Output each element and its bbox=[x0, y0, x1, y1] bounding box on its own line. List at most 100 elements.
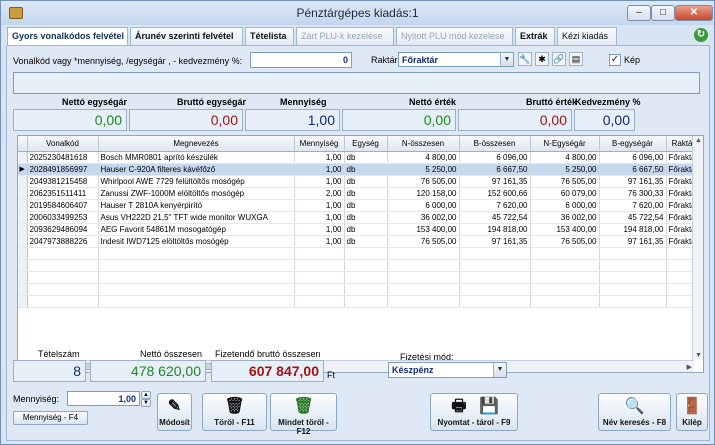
table-cell[interactable]: 5 250,00 bbox=[387, 163, 460, 176]
warehouse-select[interactable]: Főraktár ▼ bbox=[398, 52, 514, 67]
table-cell[interactable]: 2093629486094 bbox=[27, 223, 99, 236]
table-cell[interactable] bbox=[599, 247, 667, 260]
table-cell[interactable]: 1,00 bbox=[294, 235, 345, 248]
table-cell[interactable]: 97 161,35 bbox=[459, 175, 531, 188]
table-cell[interactable]: 7 620,00 bbox=[459, 199, 531, 212]
tab-open-plu[interactable]: Nyitott PLU mód kezelése bbox=[396, 27, 513, 45]
table-cell[interactable]: 1,00 bbox=[294, 151, 345, 164]
table-cell[interactable] bbox=[387, 271, 460, 284]
header-net-total[interactable]: N-összesen bbox=[387, 136, 460, 152]
table-cell[interactable]: Asus VH222D 21,5" TFT wide monitor WUXGA bbox=[98, 211, 295, 224]
table-cell[interactable]: 45 722,54 bbox=[599, 211, 667, 224]
table-cell[interactable] bbox=[599, 295, 667, 308]
table-cell[interactable] bbox=[530, 271, 600, 284]
table-cell[interactable] bbox=[294, 271, 345, 284]
tab-quick-barcode[interactable]: Gyors vonalkódos felvétel bbox=[7, 27, 128, 46]
table-cell[interactable] bbox=[344, 283, 388, 296]
table-cell[interactable]: 6 000,00 bbox=[387, 199, 460, 212]
table-cell[interactable]: 152 600,66 bbox=[459, 187, 531, 200]
table-cell[interactable]: 76 505,00 bbox=[530, 175, 600, 188]
table-cell[interactable]: 120 158,00 bbox=[387, 187, 460, 200]
print-save-button[interactable]: 🖶 💾 Nyomtat - tárol - F9 bbox=[430, 393, 518, 431]
table-cell[interactable]: 1,00 bbox=[294, 175, 345, 188]
table-cell[interactable] bbox=[530, 283, 600, 296]
table-row[interactable]: 2049381215458 Whirlpool AWE 7729 felültöl… bbox=[18, 175, 702, 188]
table-cell[interactable] bbox=[294, 247, 345, 260]
table-cell[interactable] bbox=[98, 295, 295, 308]
table-cell[interactable] bbox=[27, 247, 99, 260]
table-cell[interactable]: 1,00 bbox=[294, 223, 345, 236]
table-cell[interactable]: db bbox=[344, 175, 388, 188]
table-cell[interactable]: 153 400,00 bbox=[387, 223, 460, 236]
table-cell[interactable]: db bbox=[344, 187, 388, 200]
table-cell[interactable]: Bosch MMR0801 aprító készülék bbox=[98, 151, 295, 164]
table-cell[interactable] bbox=[530, 295, 600, 308]
table-cell[interactable] bbox=[27, 271, 99, 284]
table-row[interactable]: ▶ 2028491856997 Hauser C-920A filteres káv… bbox=[18, 163, 702, 176]
table-cell[interactable]: 6 096,00 bbox=[459, 151, 531, 164]
table-row[interactable]: 2062351511411 Zanussi ZWF-1000M elöltöltő… bbox=[18, 187, 702, 200]
minimize-button[interactable]: – bbox=[627, 5, 651, 21]
table-cell[interactable]: 60 079,00 bbox=[530, 187, 600, 200]
vertical-scrollbar[interactable]: ▲ ▼ bbox=[692, 136, 703, 360]
table-cell[interactable]: 1,00 bbox=[294, 163, 345, 176]
tab-closed-plu[interactable]: Zárt PLU-k kezelése bbox=[296, 27, 394, 45]
header-net-unit-price[interactable]: N-Egységár bbox=[530, 136, 600, 152]
table-cell[interactable] bbox=[344, 271, 388, 284]
table-cell[interactable]: 6 667,50 bbox=[459, 163, 531, 176]
table-cell[interactable]: Hauser C-920A filteres kávéfőző bbox=[98, 163, 295, 176]
table-cell[interactable]: AEG Favorit 54861M mosogatógép bbox=[98, 223, 295, 236]
tab-name-entry[interactable]: Árunév szerinti felvétel bbox=[130, 27, 243, 45]
table-cell[interactable]: 2019584606407 bbox=[27, 199, 99, 212]
scroll-up-icon[interactable]: ▲ bbox=[695, 137, 702, 144]
table-cell[interactable] bbox=[387, 295, 460, 308]
table-row[interactable] bbox=[18, 247, 702, 260]
qty-down-icon[interactable]: ▼ bbox=[141, 399, 151, 407]
delete-all-button[interactable]: 🗑 Mindet töröl - F12 bbox=[270, 393, 337, 436]
table-cell[interactable] bbox=[344, 259, 388, 272]
table-cell[interactable] bbox=[459, 283, 531, 296]
header-barcode[interactable]: Vonalkód bbox=[27, 136, 99, 152]
table-cell[interactable]: 153 400,00 bbox=[530, 223, 600, 236]
tool-icon-2[interactable]: ✱ bbox=[535, 52, 549, 66]
table-cell[interactable]: 4 800,00 bbox=[387, 151, 460, 164]
table-cell[interactable] bbox=[294, 259, 345, 272]
table-cell[interactable]: db bbox=[344, 151, 388, 164]
table-row[interactable]: 2025230481618 Bosch MMR0801 aprító készül… bbox=[18, 151, 702, 164]
barcode-input[interactable]: 0 bbox=[250, 52, 352, 68]
header-unit[interactable]: Egység bbox=[344, 136, 388, 152]
table-cell[interactable] bbox=[530, 259, 600, 272]
scroll-right-icon[interactable]: ▶ bbox=[687, 363, 692, 371]
table-cell[interactable] bbox=[98, 259, 295, 272]
table-cell[interactable]: 97 161,35 bbox=[599, 235, 667, 248]
maximize-button[interactable]: □ bbox=[651, 5, 675, 21]
table-cell[interactable] bbox=[530, 247, 600, 260]
table-row[interactable] bbox=[18, 259, 702, 272]
table-cell[interactable]: db bbox=[344, 211, 388, 224]
table-cell[interactable] bbox=[387, 247, 460, 260]
table-cell[interactable] bbox=[459, 247, 531, 260]
table-cell[interactable]: 4 800,00 bbox=[530, 151, 600, 164]
table-cell[interactable]: 76 505,00 bbox=[387, 235, 460, 248]
close-button[interactable]: ✕ bbox=[675, 5, 713, 21]
table-cell[interactable]: 194 818,00 bbox=[459, 223, 531, 236]
table-cell[interactable]: 2049381215458 bbox=[27, 175, 99, 188]
tab-manual-issue[interactable]: Kézi kiadás bbox=[557, 27, 617, 45]
payment-select[interactable]: Készpénz ▼ bbox=[388, 362, 507, 378]
table-cell[interactable]: db bbox=[344, 235, 388, 248]
table-cell[interactable]: 2028491856997 bbox=[27, 163, 99, 176]
table-cell[interactable] bbox=[344, 295, 388, 308]
table-cell[interactable] bbox=[344, 247, 388, 260]
table-cell[interactable] bbox=[98, 283, 295, 296]
table-cell[interactable] bbox=[27, 295, 99, 308]
exit-button[interactable]: 🚪 Kilép bbox=[676, 393, 708, 431]
table-cell[interactable]: Zanussi ZWF-1000M elöltöltős mosógép bbox=[98, 187, 295, 200]
table-row[interactable] bbox=[18, 283, 702, 296]
table-row[interactable]: 2006033499253 Asus VH222D 21,5" TFT wide … bbox=[18, 211, 702, 224]
table-cell[interactable]: 97 161,35 bbox=[459, 235, 531, 248]
table-cell[interactable]: 2025230481618 bbox=[27, 151, 99, 164]
qty-button[interactable]: Mennyiség - F4 bbox=[13, 411, 88, 425]
table-cell[interactable] bbox=[387, 283, 460, 296]
table-cell[interactable]: 2006033499253 bbox=[27, 211, 99, 224]
table-cell[interactable]: 2047973888226 bbox=[27, 235, 99, 248]
